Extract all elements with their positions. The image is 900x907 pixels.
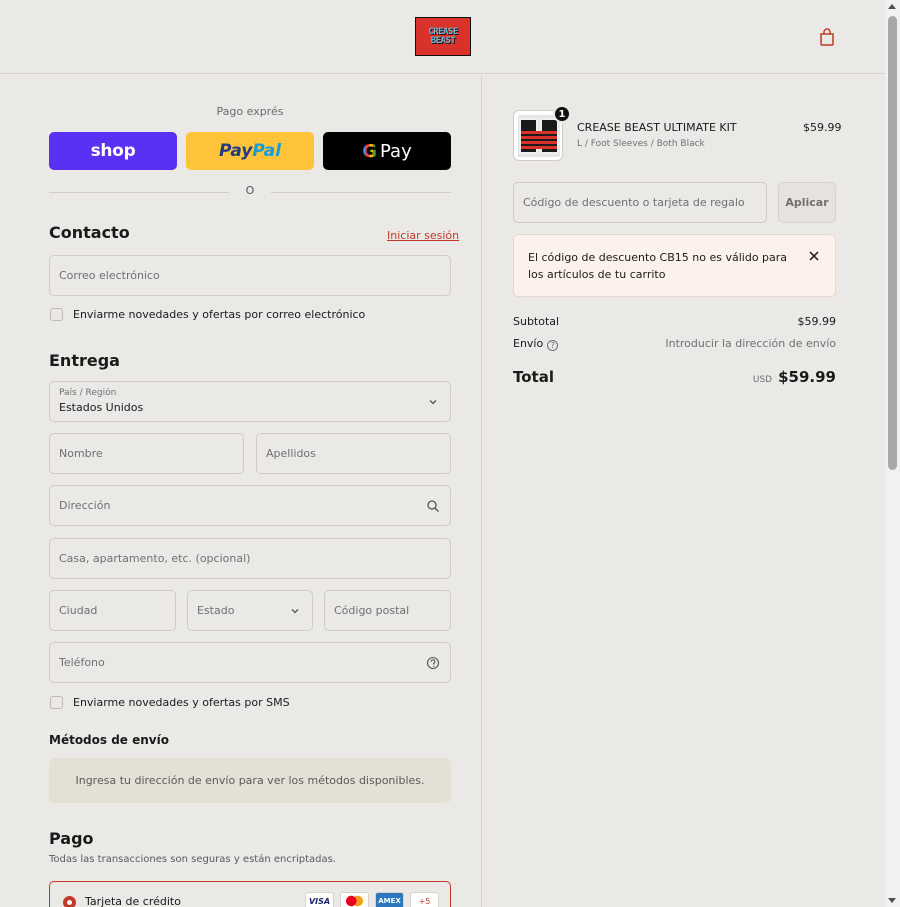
city-field[interactable]: Ciudad: [49, 590, 176, 631]
credit-card-label: Tarjeta de crédito: [85, 895, 181, 907]
phone-field[interactable]: Teléfono: [49, 642, 451, 683]
shopping-bag-icon[interactable]: [817, 27, 837, 47]
google-pay-button[interactable]: G Pay: [323, 132, 451, 170]
scrollbar-thumb[interactable]: [888, 16, 897, 470]
amex-icon: AMEX: [375, 892, 404, 907]
last-name-field[interactable]: Apellidos: [256, 433, 451, 474]
shipping-label-wrap: Envío?: [513, 337, 559, 351]
payment-subtitle: Todas las transacciones son seguras y es…: [49, 854, 336, 865]
country-label: País / Región: [59, 388, 117, 398]
chevron-down-icon: [429, 400, 437, 405]
country-select[interactable]: País / Región Estados Unidos: [49, 381, 451, 422]
paypal-label-pal: Pal: [252, 141, 282, 161]
state-placeholder: Estado: [197, 604, 235, 617]
visa-icon: VISA: [305, 892, 334, 907]
product-image-kit: [518, 115, 560, 157]
email-field[interactable]: Correo electrónico: [49, 255, 451, 296]
state-select[interactable]: Estado: [187, 590, 313, 631]
zip-field[interactable]: Código postal: [324, 590, 451, 631]
sms-label: Enviarme novedades y ofertas por SMS: [73, 696, 290, 709]
product-price: $59.99: [803, 121, 842, 134]
divider-right: [271, 192, 451, 193]
email-newsletter-label: Enviarme novedades y ofertas por correo …: [73, 308, 366, 321]
google-g-icon: G: [362, 140, 378, 162]
total-value: $59.99: [778, 368, 836, 386]
shipping-value: Introducir la dirección de envío: [665, 337, 836, 350]
shipping-help-icon[interactable]: ?: [547, 340, 559, 351]
express-checkout-title: Pago exprés: [216, 105, 284, 118]
chevron-down-icon: [291, 609, 299, 614]
more-cards-badge: +5: [410, 892, 439, 907]
delivery-heading: Entrega: [49, 351, 120, 370]
page-scrollbar[interactable]: [885, 0, 900, 907]
shop-pay-label: shop: [90, 141, 136, 161]
checkbox-box[interactable]: [50, 308, 63, 321]
apartment-field[interactable]: Casa, apartamento, etc. (opcional): [49, 538, 451, 579]
shipping-methods-heading: Métodos de envío: [49, 733, 169, 747]
zip-placeholder: Código postal: [334, 604, 410, 617]
mastercard-icon: MC: [340, 892, 369, 907]
quantity-badge: 1: [553, 105, 571, 123]
total-row: Total USD $59.99: [513, 367, 836, 386]
credit-card-radio[interactable]: [63, 896, 76, 907]
order-summary-column: 1 CREASE BEAST ULTIMATE KIT L / Foot Sle…: [483, 75, 885, 907]
shop-pay-button[interactable]: shop: [49, 132, 177, 170]
email-newsletter-checkbox[interactable]: Enviarme novedades y ofertas por correo …: [50, 308, 365, 321]
product-title: CREASE BEAST ULTIMATE KIT: [577, 121, 737, 134]
discount-code-placeholder: Código de descuento o tarjeta de regalo: [523, 196, 745, 209]
store-logo[interactable]: CREASE BEAST: [415, 17, 471, 56]
scroll-down-arrow-icon[interactable]: [888, 898, 896, 903]
apply-discount-button[interactable]: Aplicar: [778, 182, 836, 223]
logo-line-2: BEAST: [430, 35, 456, 46]
discount-error-alert: El código de descuento CB15 no es válido…: [513, 234, 836, 297]
address-field[interactable]: Dirección: [49, 485, 451, 526]
close-icon[interactable]: [807, 249, 821, 263]
paypal-label-pay: Pay: [218, 141, 253, 161]
contact-heading: Contacto: [49, 223, 130, 242]
last-name-placeholder: Apellidos: [266, 447, 316, 460]
scroll-up-arrow-icon[interactable]: [888, 4, 896, 9]
total-label: Total: [513, 368, 554, 386]
paypal-button[interactable]: Pay Pal: [186, 132, 314, 170]
phone-placeholder: Teléfono: [59, 656, 105, 669]
discount-code-field[interactable]: Código de descuento o tarjeta de regalo: [513, 182, 767, 223]
shipping-methods-info-text: Ingresa tu dirección de envío para ver l…: [75, 774, 425, 787]
checkout-form-column: Pago exprés shop Pay Pal G Pay O Contacto…: [0, 75, 482, 907]
country-value: Estados Unidos: [59, 401, 144, 414]
sms-checkbox[interactable]: Enviarme novedades y ofertas por SMS: [50, 696, 290, 709]
help-icon[interactable]: [426, 656, 440, 670]
search-icon: [427, 500, 439, 512]
divider-left: [49, 192, 229, 193]
subtotal-value: $59.99: [797, 315, 837, 328]
product-variant: L / Foot Sleeves / Both Black: [577, 139, 705, 149]
total-amount: USD $59.99: [753, 367, 836, 386]
first-name-field[interactable]: Nombre: [49, 433, 244, 474]
apartment-placeholder: Casa, apartamento, etc. (opcional): [59, 552, 251, 565]
total-currency: USD: [752, 375, 773, 385]
discount-error-text: El código de descuento CB15 no es válido…: [528, 251, 788, 281]
subtotal-label: Subtotal: [513, 315, 560, 328]
checkbox-box[interactable]: [50, 696, 63, 709]
city-placeholder: Ciudad: [59, 604, 98, 617]
address-placeholder: Dirección: [59, 499, 111, 512]
apply-discount-label: Aplicar: [785, 196, 829, 209]
login-link[interactable]: Iniciar sesión: [387, 229, 459, 242]
shipping-row: Envío? Introducir la dirección de envío: [513, 337, 836, 351]
product-inserts: [521, 131, 557, 149]
shipping-methods-info: Ingresa tu dirección de envío para ver l…: [49, 758, 451, 803]
divider-or-text: O: [240, 184, 260, 197]
shipping-label: Envío: [513, 337, 544, 350]
subtotal-row: Subtotal $59.99: [513, 315, 836, 328]
google-pay-label: Pay: [380, 140, 412, 162]
email-placeholder: Correo electrónico: [59, 269, 160, 282]
payment-heading: Pago: [49, 829, 94, 848]
first-name-placeholder: Nombre: [59, 447, 103, 460]
credit-card-option[interactable]: Tarjeta de crédito VISA MC AMEX +5: [49, 881, 451, 907]
site-header: CREASE BEAST: [0, 0, 885, 74]
